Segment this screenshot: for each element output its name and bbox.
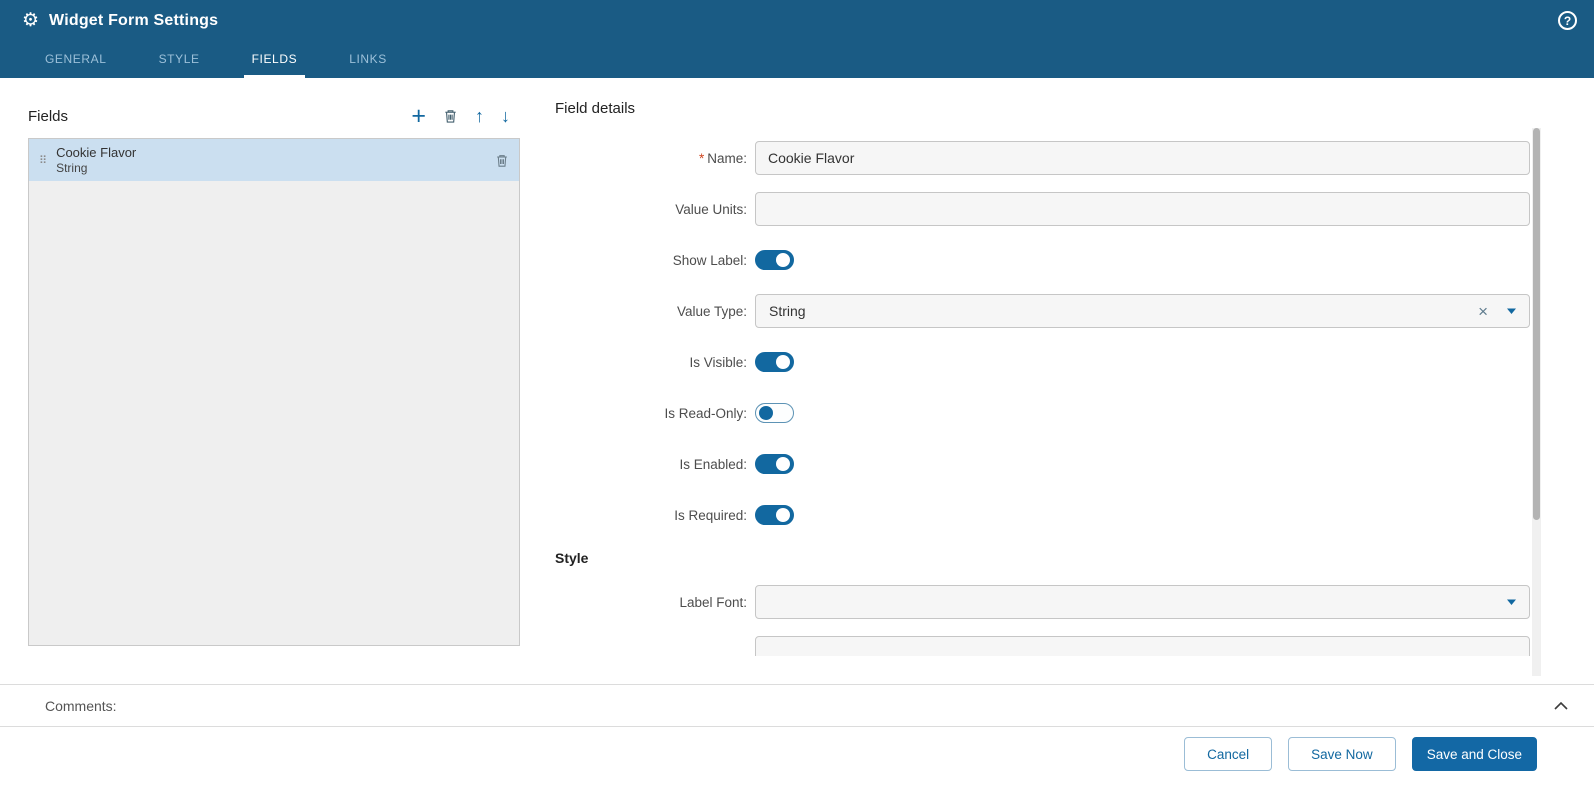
value-units-label: Value Units: bbox=[675, 201, 747, 217]
clear-icon[interactable]: × bbox=[1478, 303, 1488, 320]
fields-toolbar: + ↑ ↓ bbox=[411, 103, 520, 129]
label-font-control bbox=[755, 585, 1530, 619]
fields-panel: Fields + ↑ ↓ ⠿ Cookie Flavor String bbox=[28, 100, 520, 646]
is-enabled-control bbox=[755, 454, 1530, 474]
is-enabled-label: Is Enabled: bbox=[679, 456, 747, 472]
cancel-button[interactable]: Cancel bbox=[1184, 737, 1273, 771]
gear-icon: ⚙ bbox=[22, 10, 40, 31]
show-label-label: Show Label: bbox=[672, 252, 747, 268]
tab-bar: GENERAL STYLE FIELDS LINKS bbox=[37, 52, 395, 78]
delete-item-button[interactable] bbox=[495, 153, 509, 168]
add-field-button[interactable]: + bbox=[411, 103, 426, 129]
clipped-row bbox=[555, 636, 1530, 656]
list-item[interactable]: ⠿ Cookie Flavor String bbox=[29, 139, 519, 181]
drag-handle-icon[interactable]: ⠿ bbox=[39, 154, 47, 167]
value-type-label: Value Type: bbox=[676, 303, 747, 319]
is-required-control bbox=[755, 505, 1530, 525]
label-font-row: Label Font: bbox=[555, 585, 1530, 619]
tab-fields[interactable]: FIELDS bbox=[243, 52, 306, 78]
title-row: ⚙ Widget Form Settings bbox=[0, 0, 1594, 30]
value-units-row: Value Units: bbox=[555, 192, 1530, 226]
fields-panel-header: Fields + ↑ ↓ bbox=[28, 100, 520, 132]
name-label: * Name: bbox=[555, 151, 755, 166]
trash-icon bbox=[445, 110, 456, 123]
scrollbar-thumb[interactable] bbox=[1533, 128, 1540, 520]
chevron-down-icon[interactable] bbox=[1507, 599, 1516, 605]
trash-icon bbox=[497, 154, 507, 167]
comments-label: Comments: bbox=[45, 697, 117, 714]
save-and-close-button[interactable]: Save and Close bbox=[1411, 737, 1537, 771]
is-read-only-control bbox=[755, 403, 1530, 423]
show-label-row: Show Label: bbox=[555, 243, 1530, 277]
delete-field-button[interactable] bbox=[443, 108, 458, 124]
value-type-control: String × bbox=[755, 294, 1530, 328]
is-visible-control bbox=[755, 352, 1530, 372]
style-section-heading: Style bbox=[555, 550, 589, 566]
name-row: * Name: bbox=[555, 141, 1530, 175]
tab-general[interactable]: GENERAL bbox=[37, 52, 115, 78]
chevron-down-icon[interactable] bbox=[1507, 308, 1516, 314]
value-units-input[interactable] bbox=[755, 192, 1530, 226]
clipped-input[interactable] bbox=[755, 636, 1530, 656]
field-item-type: String bbox=[56, 160, 88, 175]
label-font-label: Label Font: bbox=[679, 594, 747, 610]
name-input[interactable] bbox=[755, 141, 1530, 175]
save-now-button[interactable]: Save Now bbox=[1288, 737, 1396, 771]
show-label-control bbox=[755, 250, 1530, 270]
toggle-knob bbox=[776, 457, 790, 471]
name-label-text: Name: bbox=[707, 150, 747, 166]
footer: Cancel Save Now Save and Close bbox=[0, 727, 1594, 794]
value-type-select[interactable]: String × bbox=[755, 294, 1530, 328]
tab-style[interactable]: STYLE bbox=[151, 52, 208, 78]
toggle-knob bbox=[776, 508, 790, 522]
field-item-name: Cookie Flavor bbox=[56, 144, 137, 160]
value-type-row: Value Type: String × bbox=[555, 294, 1530, 328]
value-units-control bbox=[755, 192, 1530, 226]
field-details-panel: Field details *Name: Value Units: Show L… bbox=[555, 100, 1530, 656]
required-asterisk: * bbox=[698, 150, 705, 166]
help-icon[interactable]: ? bbox=[1558, 11, 1577, 30]
is-read-only-row: Is Read-Only: bbox=[555, 396, 1530, 430]
is-required-toggle[interactable] bbox=[755, 505, 794, 525]
is-visible-toggle[interactable] bbox=[755, 352, 794, 372]
is-visible-row: Is Visible: bbox=[555, 345, 1530, 379]
is-visible-label: Is Visible: bbox=[689, 354, 747, 370]
field-details-rows: *Name: Value Units: Show Label: Val bbox=[555, 141, 1530, 656]
toggle-knob bbox=[759, 406, 773, 420]
is-required-label: Is Required: bbox=[674, 507, 747, 523]
fields-panel-title: Fields bbox=[28, 107, 69, 125]
is-read-only-toggle[interactable] bbox=[755, 403, 794, 423]
move-field-up-button[interactable]: ↑ bbox=[475, 107, 484, 125]
chevron-up-icon[interactable] bbox=[1554, 701, 1568, 710]
value-type-value: String bbox=[769, 303, 806, 319]
clipped-row-control bbox=[755, 636, 1530, 656]
is-enabled-row: Is Enabled: bbox=[555, 447, 1530, 481]
fields-list: ⠿ Cookie Flavor String bbox=[28, 138, 520, 646]
tab-links[interactable]: LINKS bbox=[341, 52, 395, 78]
move-field-down-button[interactable]: ↓ bbox=[501, 107, 510, 125]
field-details-title: Field details bbox=[555, 100, 636, 117]
header: ⚙ Widget Form Settings ? GENERAL STYLE F… bbox=[0, 0, 1594, 78]
is-read-only-label: Is Read-Only: bbox=[664, 405, 747, 421]
field-item-text: Cookie Flavor String bbox=[56, 145, 136, 176]
is-enabled-toggle[interactable] bbox=[755, 454, 794, 474]
show-label-toggle[interactable] bbox=[755, 250, 794, 270]
name-control bbox=[755, 141, 1530, 175]
comments-section[interactable]: Comments: bbox=[0, 684, 1594, 727]
toggle-knob bbox=[776, 253, 790, 267]
toggle-knob bbox=[776, 355, 790, 369]
dialog-title: Widget Form Settings bbox=[49, 11, 219, 29]
widget-form-settings-dialog: ⚙ Widget Form Settings ? GENERAL STYLE F… bbox=[0, 0, 1594, 794]
is-required-row: Is Required: bbox=[555, 498, 1530, 532]
scrollbar[interactable] bbox=[1532, 128, 1541, 676]
label-font-select[interactable] bbox=[755, 585, 1530, 619]
